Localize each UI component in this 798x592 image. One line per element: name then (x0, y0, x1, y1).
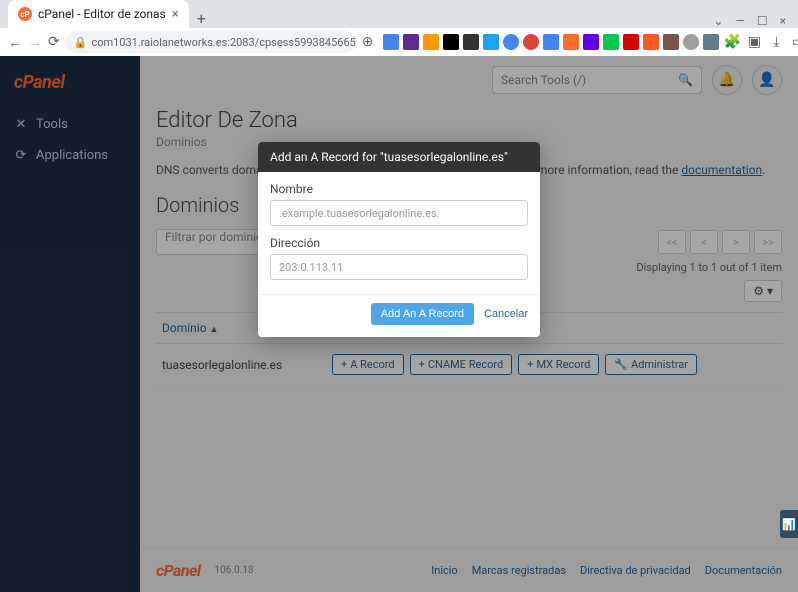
window-controls: ⌄ — ☐ × (701, 14, 798, 28)
ext-icon[interactable] (383, 34, 399, 50)
modal-body: Nombre .example.tuasesorlegalonline.es. … (258, 172, 540, 294)
browser-chrome: cP cPanel - Editor de zonas × + ⌄ — ☐ × … (0, 0, 798, 56)
ext-icon[interactable] (443, 34, 459, 50)
ext-icon[interactable] (583, 34, 599, 50)
chart-icon: 📊 (782, 518, 796, 531)
ext-icon[interactable] (603, 34, 619, 50)
cpanel-favicon: cP (18, 7, 32, 21)
feedback-tab[interactable]: 📊 (780, 510, 798, 538)
new-tab-button[interactable]: + (189, 9, 214, 28)
ext-icon[interactable] (623, 34, 639, 50)
address-label: Dirección (270, 236, 528, 250)
ext-icon[interactable] (663, 34, 679, 50)
url-input[interactable]: 🔒 com1031.raiolanetworks.es:2083/cpsess5… (66, 31, 356, 53)
modal-title: Add an A Record for "tuasesorlegalonline… (258, 142, 540, 172)
ext-icon[interactable] (703, 34, 719, 50)
ext-icon[interactable] (543, 34, 559, 50)
address-bar: ← → ⟳ 🔒 com1031.raiolanetworks.es:2083/c… (0, 28, 798, 56)
tab-bar: cP cPanel - Editor de zonas × + ⌄ — ☐ × (0, 0, 798, 28)
add-record-button[interactable]: Add An A Record (371, 303, 474, 325)
browser-tab[interactable]: cP cPanel - Editor de zonas × (8, 0, 189, 28)
back-button[interactable]: ← (8, 34, 22, 51)
ext-icon[interactable] (423, 34, 439, 50)
extension-icons: 🧩 ▣ ⤓ ▭ ⋮ (383, 34, 798, 50)
bookmark-icon[interactable]: ▭ (789, 34, 798, 50)
url-text: com1031.raiolanetworks.es:2083/cpsess599… (91, 36, 355, 49)
ext-icon[interactable] (643, 34, 659, 50)
address-input[interactable]: 203.0.113.11 (270, 254, 528, 280)
window-maximize-icon[interactable]: ☐ (757, 14, 768, 28)
app-wrapper: cPanel ✕ Tools ⟳ Applications Search Too… (0, 56, 798, 592)
window-chevron-icon[interactable]: ⌄ (713, 14, 723, 28)
download-icon[interactable]: ⤓ (767, 34, 785, 50)
translate-icon[interactable]: ⊕ (362, 34, 374, 50)
name-label: Nombre (270, 182, 528, 196)
ext-icon[interactable] (523, 34, 539, 50)
window-close-icon[interactable]: × (780, 14, 786, 28)
lock-icon: 🔒 (74, 36, 88, 49)
cancel-button[interactable]: Cancelar (484, 308, 528, 320)
add-a-record-modal: Add an A Record for "tuasesorlegalonline… (258, 142, 540, 337)
ext-icon[interactable] (483, 34, 499, 50)
ext-icon[interactable] (683, 34, 699, 50)
ext-icon[interactable] (403, 34, 419, 50)
cast-icon[interactable]: ▣ (745, 34, 763, 50)
reload-button[interactable]: ⟳ (48, 34, 60, 50)
ext-icon[interactable] (503, 34, 519, 50)
tab-close-icon[interactable]: × (172, 7, 179, 22)
modal-footer: Add An A Record Cancelar (258, 294, 540, 337)
tab-title: cPanel - Editor de zonas (38, 7, 166, 21)
extensions-icon[interactable]: 🧩 (723, 34, 741, 50)
window-minimize-icon[interactable]: — (735, 14, 744, 28)
ext-icon[interactable] (463, 34, 479, 50)
ext-icon[interactable] (563, 34, 579, 50)
forward-button[interactable]: → (28, 34, 42, 51)
name-input[interactable]: .example.tuasesorlegalonline.es. (270, 200, 528, 226)
